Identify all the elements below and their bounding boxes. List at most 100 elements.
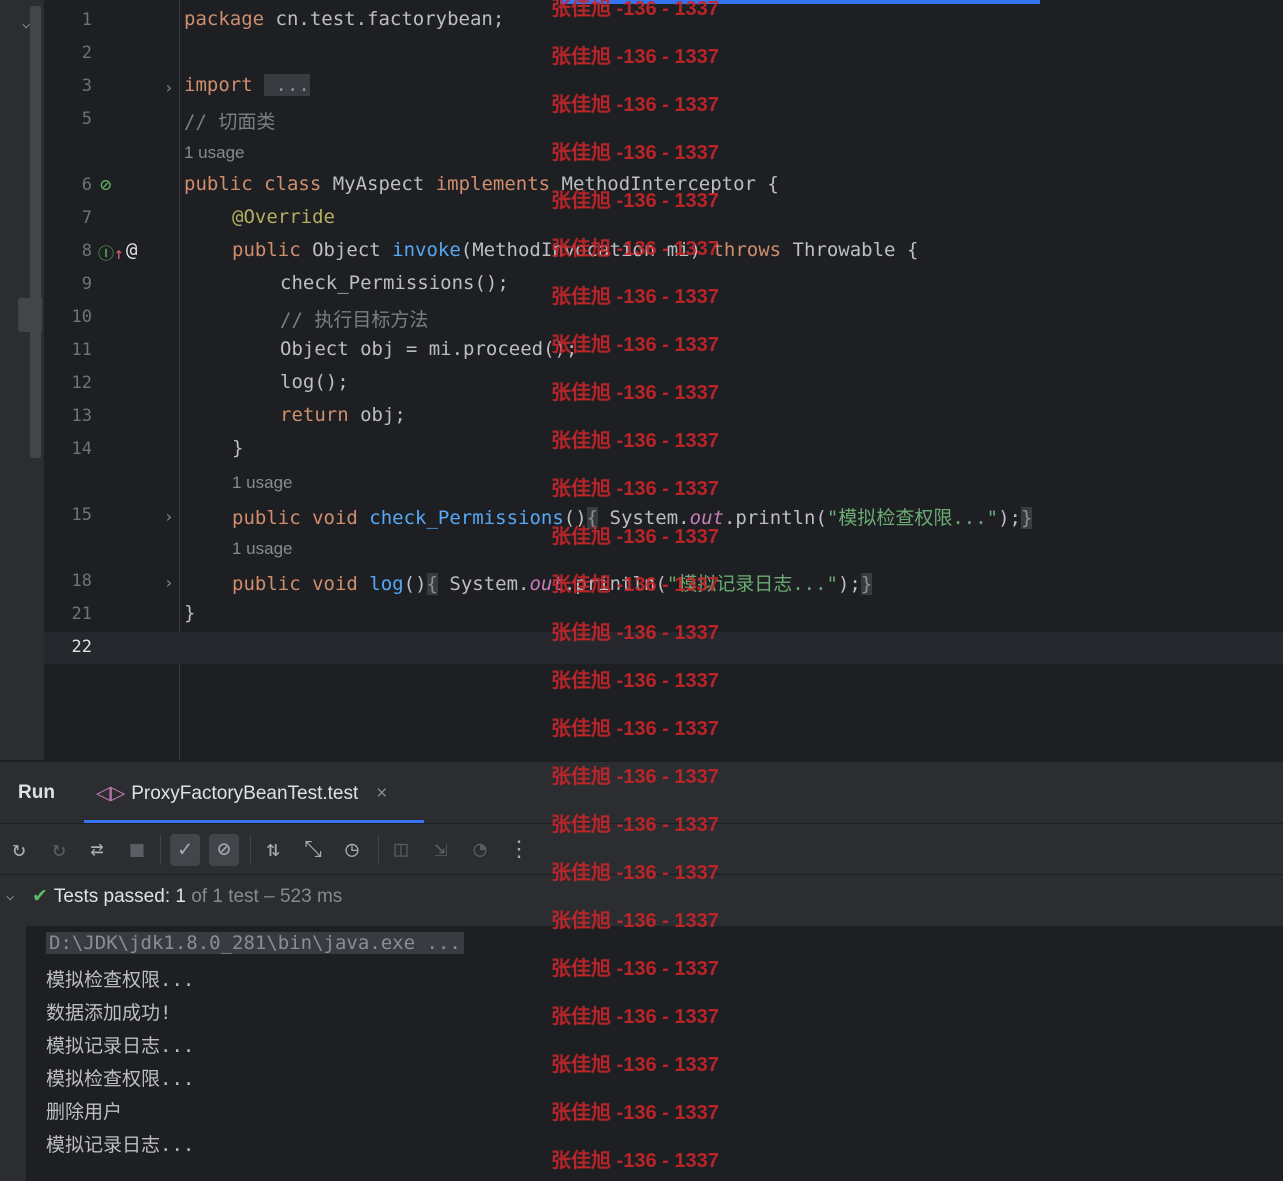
code-line[interactable]: check_Permissions();	[280, 272, 509, 294]
code-line[interactable]: log();	[280, 371, 349, 393]
ide-window: ⌵ 1 2 3 5 6 7 8 9 10 11 12 13 14 15 18 2…	[0, 0, 1283, 1181]
keyword: public	[184, 173, 253, 195]
tab-test-run[interactable]: ◁▷ ProxyFactoryBeanTest.test ×	[96, 782, 387, 805]
line-number: 3	[81, 76, 92, 96]
console-command[interactable]: D:\JDK\jdk1.8.0_281\bin\java.exe ...	[46, 932, 464, 954]
chevron-right-icon[interactable]: ›	[164, 78, 174, 97]
watermark-text: 张佳旭 -136 - 1337	[551, 142, 719, 164]
close-icon[interactable]: ×	[376, 783, 387, 804]
status-of: of 1 test	[191, 886, 259, 907]
keyword: public	[232, 239, 301, 261]
code-line[interactable]: // 切面类	[184, 107, 275, 134]
gauge-icon[interactable]: ◔	[465, 834, 495, 866]
sort-icon[interactable]: ⇅	[258, 834, 288, 866]
console-line: 模拟记录日志...	[46, 1134, 195, 1156]
watermark-text: 张佳旭 -136 - 1337	[551, 958, 719, 980]
more-vertical-icon[interactable]: ⋮	[504, 834, 534, 866]
folded-region[interactable]: }	[1021, 507, 1033, 529]
watermark-text: 张佳旭 -136 - 1337	[551, 766, 719, 788]
tab-label: ProxyFactoryBeanTest.test	[131, 783, 359, 804]
watermark-text: 张佳旭 -136 - 1337	[551, 238, 719, 260]
watermark-text: 张佳旭 -136 - 1337	[551, 0, 719, 20]
rerun-failed-icon[interactable]: ↻	[44, 834, 74, 866]
scrollbar-thumb[interactable]	[18, 298, 42, 332]
line-number: 13	[71, 406, 92, 426]
watermark-text: 张佳旭 -136 - 1337	[551, 1150, 719, 1172]
line-number: 18	[71, 571, 92, 591]
code-line[interactable]: }	[184, 602, 195, 624]
code-line[interactable]: return obj;	[280, 404, 406, 426]
import-icon[interactable]: ⇲	[426, 834, 456, 866]
code-line[interactable]: package cn.test.factorybean;	[184, 8, 504, 30]
toggle-auto-test-icon[interactable]: ⇄	[82, 834, 112, 866]
usage-hint[interactable]: 1 usage	[232, 473, 293, 493]
ignored-icon[interactable]: ⊘	[209, 834, 239, 866]
code-text: Object	[300, 239, 393, 261]
watermark-text: 张佳旭 -136 - 1337	[551, 526, 719, 548]
line-number: 11	[71, 340, 92, 360]
stop-icon[interactable]: ■	[122, 834, 152, 866]
code-line[interactable]: }	[232, 437, 243, 459]
status-passed-label: Tests passed:	[53, 886, 171, 907]
usage-hint[interactable]: 1 usage	[184, 143, 245, 163]
console-line: 模拟检查权限...	[46, 969, 195, 991]
code-text: cn.test.factorybean;	[264, 8, 505, 30]
toolbar-separator	[160, 836, 161, 864]
keyword: throws	[712, 239, 782, 261]
toolbar-separator	[250, 836, 251, 864]
line-number: 21	[71, 604, 92, 624]
command-line[interactable]: D:\JDK\jdk1.8.0_281\bin\java.exe ...	[46, 932, 464, 954]
watermark-text: 张佳旭 -136 - 1337	[551, 382, 719, 404]
history-icon[interactable]: ◷	[337, 834, 367, 866]
watermark-text: 张佳旭 -136 - 1337	[551, 430, 719, 452]
check-icon: ✔	[32, 886, 48, 907]
method-name: invoke	[392, 239, 461, 261]
watermark-text: 张佳旭 -136 - 1337	[551, 334, 719, 356]
code-text: );	[998, 507, 1021, 529]
keyword: package	[184, 8, 265, 30]
method-name: check_Permissions	[369, 507, 564, 529]
watermark-text: 张佳旭 -136 - 1337	[551, 1102, 719, 1124]
check-icon[interactable]: ✓	[170, 834, 200, 866]
string-literal: "模拟检查权限..."	[826, 507, 999, 529]
watermark-text: 张佳旭 -136 - 1337	[551, 670, 719, 692]
watermark-text: 张佳旭 -136 - 1337	[551, 46, 719, 68]
collapse-icon[interactable]: ⤡	[298, 834, 328, 866]
line-number: 7	[81, 208, 92, 228]
code-line[interactable]: import ...	[184, 74, 310, 96]
usage-hint[interactable]: 1 usage	[232, 539, 293, 559]
chevron-down-icon[interactable]: ⌵	[6, 888, 14, 904]
camera-icon[interactable]: ◫	[386, 834, 416, 866]
line-number: 14	[71, 439, 92, 459]
folded-region[interactable]: {	[426, 573, 438, 595]
folded-region[interactable]: ...	[264, 74, 310, 96]
run-panel-title: Run	[18, 782, 55, 803]
console-line: 模拟检查权限...	[46, 1068, 195, 1090]
code-text: Throwable {	[781, 239, 919, 261]
override-icon[interactable]: Ⓘ↑	[98, 240, 124, 264]
watermark-text: 张佳旭 -136 - 1337	[551, 190, 719, 212]
code-line[interactable]: @Override	[232, 206, 335, 228]
status-time: – 523 ms	[264, 886, 343, 907]
not-allowed-icon[interactable]: ⊘	[100, 174, 111, 196]
chevron-down-icon[interactable]: ⌵	[22, 16, 30, 32]
code-line[interactable]: Object obj = mi.proceed();	[280, 338, 577, 360]
watermark-text: 张佳旭 -136 - 1337	[551, 286, 719, 308]
line-number: 12	[71, 373, 92, 393]
watermark-text: 张佳旭 -136 - 1337	[551, 1006, 719, 1028]
line-number: 5	[81, 109, 92, 129]
at-icon[interactable]: @	[126, 239, 137, 261]
folded-region[interactable]: }	[860, 573, 873, 595]
line-number: 10	[71, 307, 92, 327]
code-text: System.	[437, 573, 530, 595]
watermark-text: 张佳旭 -136 - 1337	[551, 814, 719, 836]
code-text: );	[837, 573, 861, 595]
rerun-icon[interactable]: ↻	[4, 834, 34, 866]
code-text: obj;	[348, 404, 406, 426]
chevron-right-icon[interactable]: ›	[164, 573, 174, 592]
watermark-text: 张佳旭 -136 - 1337	[551, 718, 719, 740]
code-line[interactable]: // 执行目标方法	[280, 305, 428, 332]
chevron-right-icon[interactable]: ›	[164, 507, 174, 526]
scrollbar-track[interactable]	[30, 6, 41, 458]
watermark-text: 张佳旭 -136 - 1337	[551, 1054, 719, 1076]
